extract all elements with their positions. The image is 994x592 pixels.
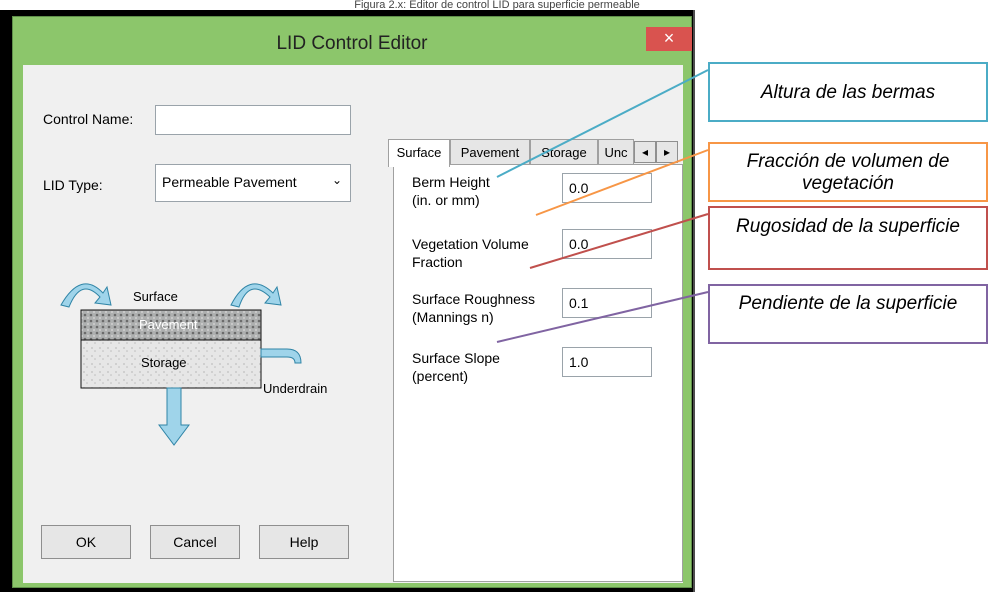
tab-surface[interactable]: Surface	[388, 139, 450, 167]
leader-line-surface-slope	[496, 291, 709, 343]
leader-line-surface-roughness	[529, 213, 709, 269]
leader-line-vegetation-volume-fraction	[535, 149, 709, 216]
annotation-leader-lines	[496, 69, 709, 343]
